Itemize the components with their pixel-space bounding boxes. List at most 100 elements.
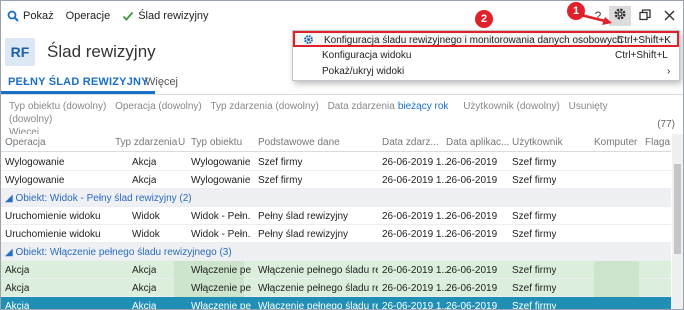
operations-button[interactable]: Operacje bbox=[66, 10, 111, 22]
col-computer[interactable]: Komputer bbox=[594, 137, 637, 148]
submenu-arrow-icon: › bbox=[667, 66, 671, 77]
cell-app-date: 26-06-2019 bbox=[446, 157, 498, 168]
cell-user: Szef firmy bbox=[512, 283, 557, 294]
cell-event-date: 26-06-2019 1... bbox=[382, 211, 450, 222]
filter-event-date[interactable]: Data zdarzenia bieżący rok bbox=[328, 101, 455, 112]
table-row[interactable]: Uruchomienie widoku Widok Widok - Pełn..… bbox=[1, 225, 671, 243]
cell-basic-data: Pełny ślad rewizyjny bbox=[258, 211, 349, 222]
col-operation[interactable]: Operacja bbox=[5, 137, 46, 148]
cell-event-date: 26-06-2019 1... bbox=[382, 301, 450, 310]
filter-event-type[interactable]: Typ zdarzenia (dowolny) bbox=[210, 101, 318, 112]
col-event-date[interactable]: Data zdarz... bbox=[382, 137, 439, 148]
tab-full-audit-trail[interactable]: PEŁNY ŚLAD REWIZYJNY bbox=[1, 76, 155, 94]
menu-item-label: Konfiguracja śladu rewizyjnego i monitor… bbox=[324, 35, 623, 46]
column-shade bbox=[594, 279, 639, 297]
grid-header: Operacja Typ zdarzenia U Typ obiektu Pod… bbox=[1, 134, 671, 152]
cell-basic-data: Włączenie pełnego śladu re... bbox=[258, 265, 378, 276]
cell-event-date: 26-06-2019 1... bbox=[382, 229, 450, 240]
gear-small-icon bbox=[303, 34, 314, 48]
cell-object-type: Widok - Pełn... bbox=[191, 229, 251, 240]
cell-app-date: 26-06-2019 bbox=[446, 229, 498, 240]
cell-object-type: Wylogowanie bbox=[191, 175, 251, 186]
audit-trail-button[interactable]: Ślad rewizyjny bbox=[122, 10, 209, 22]
col-user[interactable]: Użytkownik bbox=[512, 137, 563, 148]
cell-event-date: 26-06-2019 1... bbox=[382, 157, 450, 168]
collapse-arrow-icon: ◢ bbox=[5, 247, 16, 258]
col-app-date[interactable]: Data aplikac... bbox=[446, 137, 509, 148]
cell-operation: Uruchomienie widoku bbox=[5, 211, 101, 222]
scrollbar-thumb[interactable] bbox=[674, 164, 681, 254]
cell-operation: Akcja bbox=[5, 301, 30, 310]
menu-item-shortcut: Ctrl+Shift+K bbox=[617, 35, 671, 46]
cell-operation: Akcja bbox=[5, 265, 30, 276]
menu-item-label: Konfiguracja widoku bbox=[322, 50, 412, 61]
menu-item-audit-config[interactable]: Konfiguracja śladu rewizyjnego i monitor… bbox=[293, 31, 679, 47]
col-u[interactable]: U bbox=[178, 137, 185, 148]
window: Pokaż Operacje Ślad rewizyjny ? RF Ślad … bbox=[0, 0, 684, 310]
cell-user: Szef firmy bbox=[512, 175, 557, 186]
cell-object-type: Widok - Pełn... bbox=[191, 211, 251, 222]
data-grid: Operacja Typ zdarzenia U Typ obiektu Pod… bbox=[1, 134, 671, 310]
cell-object-type: Włączenie pe... bbox=[191, 265, 251, 276]
gear-icon bbox=[613, 7, 627, 25]
cell-operation: Wylogowanie bbox=[5, 175, 65, 186]
menu-item-show-hide-views[interactable]: Pokaż/ukryj widoki › bbox=[293, 64, 679, 80]
col-object-type[interactable]: Typ obiektu bbox=[191, 137, 242, 148]
module-badge: RF bbox=[5, 38, 35, 66]
menu-item-shortcut: Ctrl+Shift+L bbox=[615, 50, 668, 61]
col-flag[interactable]: Flaga bbox=[645, 137, 670, 148]
check-icon bbox=[122, 10, 134, 22]
close-icon bbox=[664, 8, 675, 25]
filter-user[interactable]: Użytkownik (dowolny) bbox=[463, 101, 560, 112]
cell-operation: Wylogowanie bbox=[5, 157, 65, 168]
show-button[interactable]: Pokaż bbox=[7, 10, 54, 22]
settings-menu: Konfiguracja śladu rewizyjnego i monitor… bbox=[292, 30, 680, 81]
restore-button[interactable] bbox=[634, 6, 656, 26]
annotation-arrow bbox=[580, 13, 612, 25]
cell-basic-data: Szef firmy bbox=[258, 175, 303, 186]
restore-icon bbox=[639, 8, 651, 25]
cell-event-type: Akcja bbox=[132, 283, 157, 294]
table-row[interactable]: Wylogowanie Akcja Wylogowanie Szef firmy… bbox=[1, 153, 671, 171]
cell-object-type: Włączenie pe... bbox=[191, 301, 251, 310]
cell-user: Szef firmy bbox=[512, 229, 557, 240]
filter-operation[interactable]: Operacja (dowolny) bbox=[115, 101, 202, 112]
cell-user: Szef firmy bbox=[512, 157, 557, 168]
operations-label: Operacje bbox=[65, 10, 111, 22]
table-row[interactable]: Wylogowanie Akcja Wylogowanie Szef firmy… bbox=[1, 171, 671, 189]
group-row[interactable]: ◢ Obiekt: Włączenie pełnego śladu rewizy… bbox=[1, 243, 671, 261]
col-basic-data[interactable]: Podstawowe dane bbox=[258, 137, 340, 148]
col-event-type[interactable]: Typ zdarzenia bbox=[115, 137, 177, 148]
cell-object-type: Wylogowanie bbox=[191, 157, 251, 168]
cell-user: Szef firmy bbox=[512, 301, 557, 310]
tab-more[interactable]: Więcej bbox=[145, 76, 178, 88]
table-row-selected[interactable]: Akcja Akcja Włączenie pe... Włączenie pe… bbox=[1, 297, 671, 310]
audit-trail-label: Ślad rewizyjny bbox=[138, 10, 209, 22]
close-button[interactable] bbox=[658, 6, 680, 26]
table-row[interactable]: Akcja Akcja Włączenie pe... Włączenie pe… bbox=[1, 279, 671, 297]
menu-item-view-config[interactable]: Konfiguracja widoku Ctrl+Shift+L bbox=[293, 48, 679, 64]
cell-app-date: 26-06-2019 bbox=[446, 175, 498, 186]
cell-basic-data: Włączenie pełnego śladu re... bbox=[258, 301, 378, 310]
group-row[interactable]: ◢ Obiekt: Widok - Pełny ślad rewizyjny (… bbox=[1, 189, 671, 207]
vertical-scrollbar[interactable] bbox=[672, 134, 683, 309]
cell-basic-data: Szef firmy bbox=[258, 157, 303, 168]
cell-app-date: 26-06-2019 bbox=[446, 265, 498, 276]
cell-event-date: 26-06-2019 1... bbox=[382, 175, 450, 186]
group-label-text: Obiekt: Włączenie pełnego śladu rewizyjn… bbox=[15, 247, 232, 258]
cell-app-date: 26-06-2019 bbox=[446, 283, 498, 294]
cell-event-type: Akcja bbox=[132, 175, 157, 186]
table-row[interactable]: Akcja Akcja Włączenie pe... Włączenie pe… bbox=[1, 261, 671, 279]
cell-operation: Akcja bbox=[5, 283, 30, 294]
table-row[interactable]: Uruchomienie widoku Widok Widok - Pełn..… bbox=[1, 207, 671, 225]
cell-basic-data: Włączenie pełnego śladu re... bbox=[258, 283, 378, 294]
show-label: Pokaż bbox=[23, 10, 54, 22]
filter-object-type[interactable]: Typ obiektu (dowolny) bbox=[9, 101, 106, 112]
filter-event-date-value: bieżący rok bbox=[397, 101, 449, 112]
search-icon bbox=[7, 10, 19, 22]
annotation-badge-2: 2 bbox=[475, 10, 493, 28]
cell-basic-data: Pełny ślad rewizyjny bbox=[258, 229, 349, 240]
cell-event-type: Akcja bbox=[132, 157, 157, 168]
menu-item-label: Pokaż/ukryj widoki bbox=[322, 66, 405, 77]
group-label: ◢ Obiekt: Widok - Pełny ślad rewizyjny (… bbox=[5, 193, 192, 204]
